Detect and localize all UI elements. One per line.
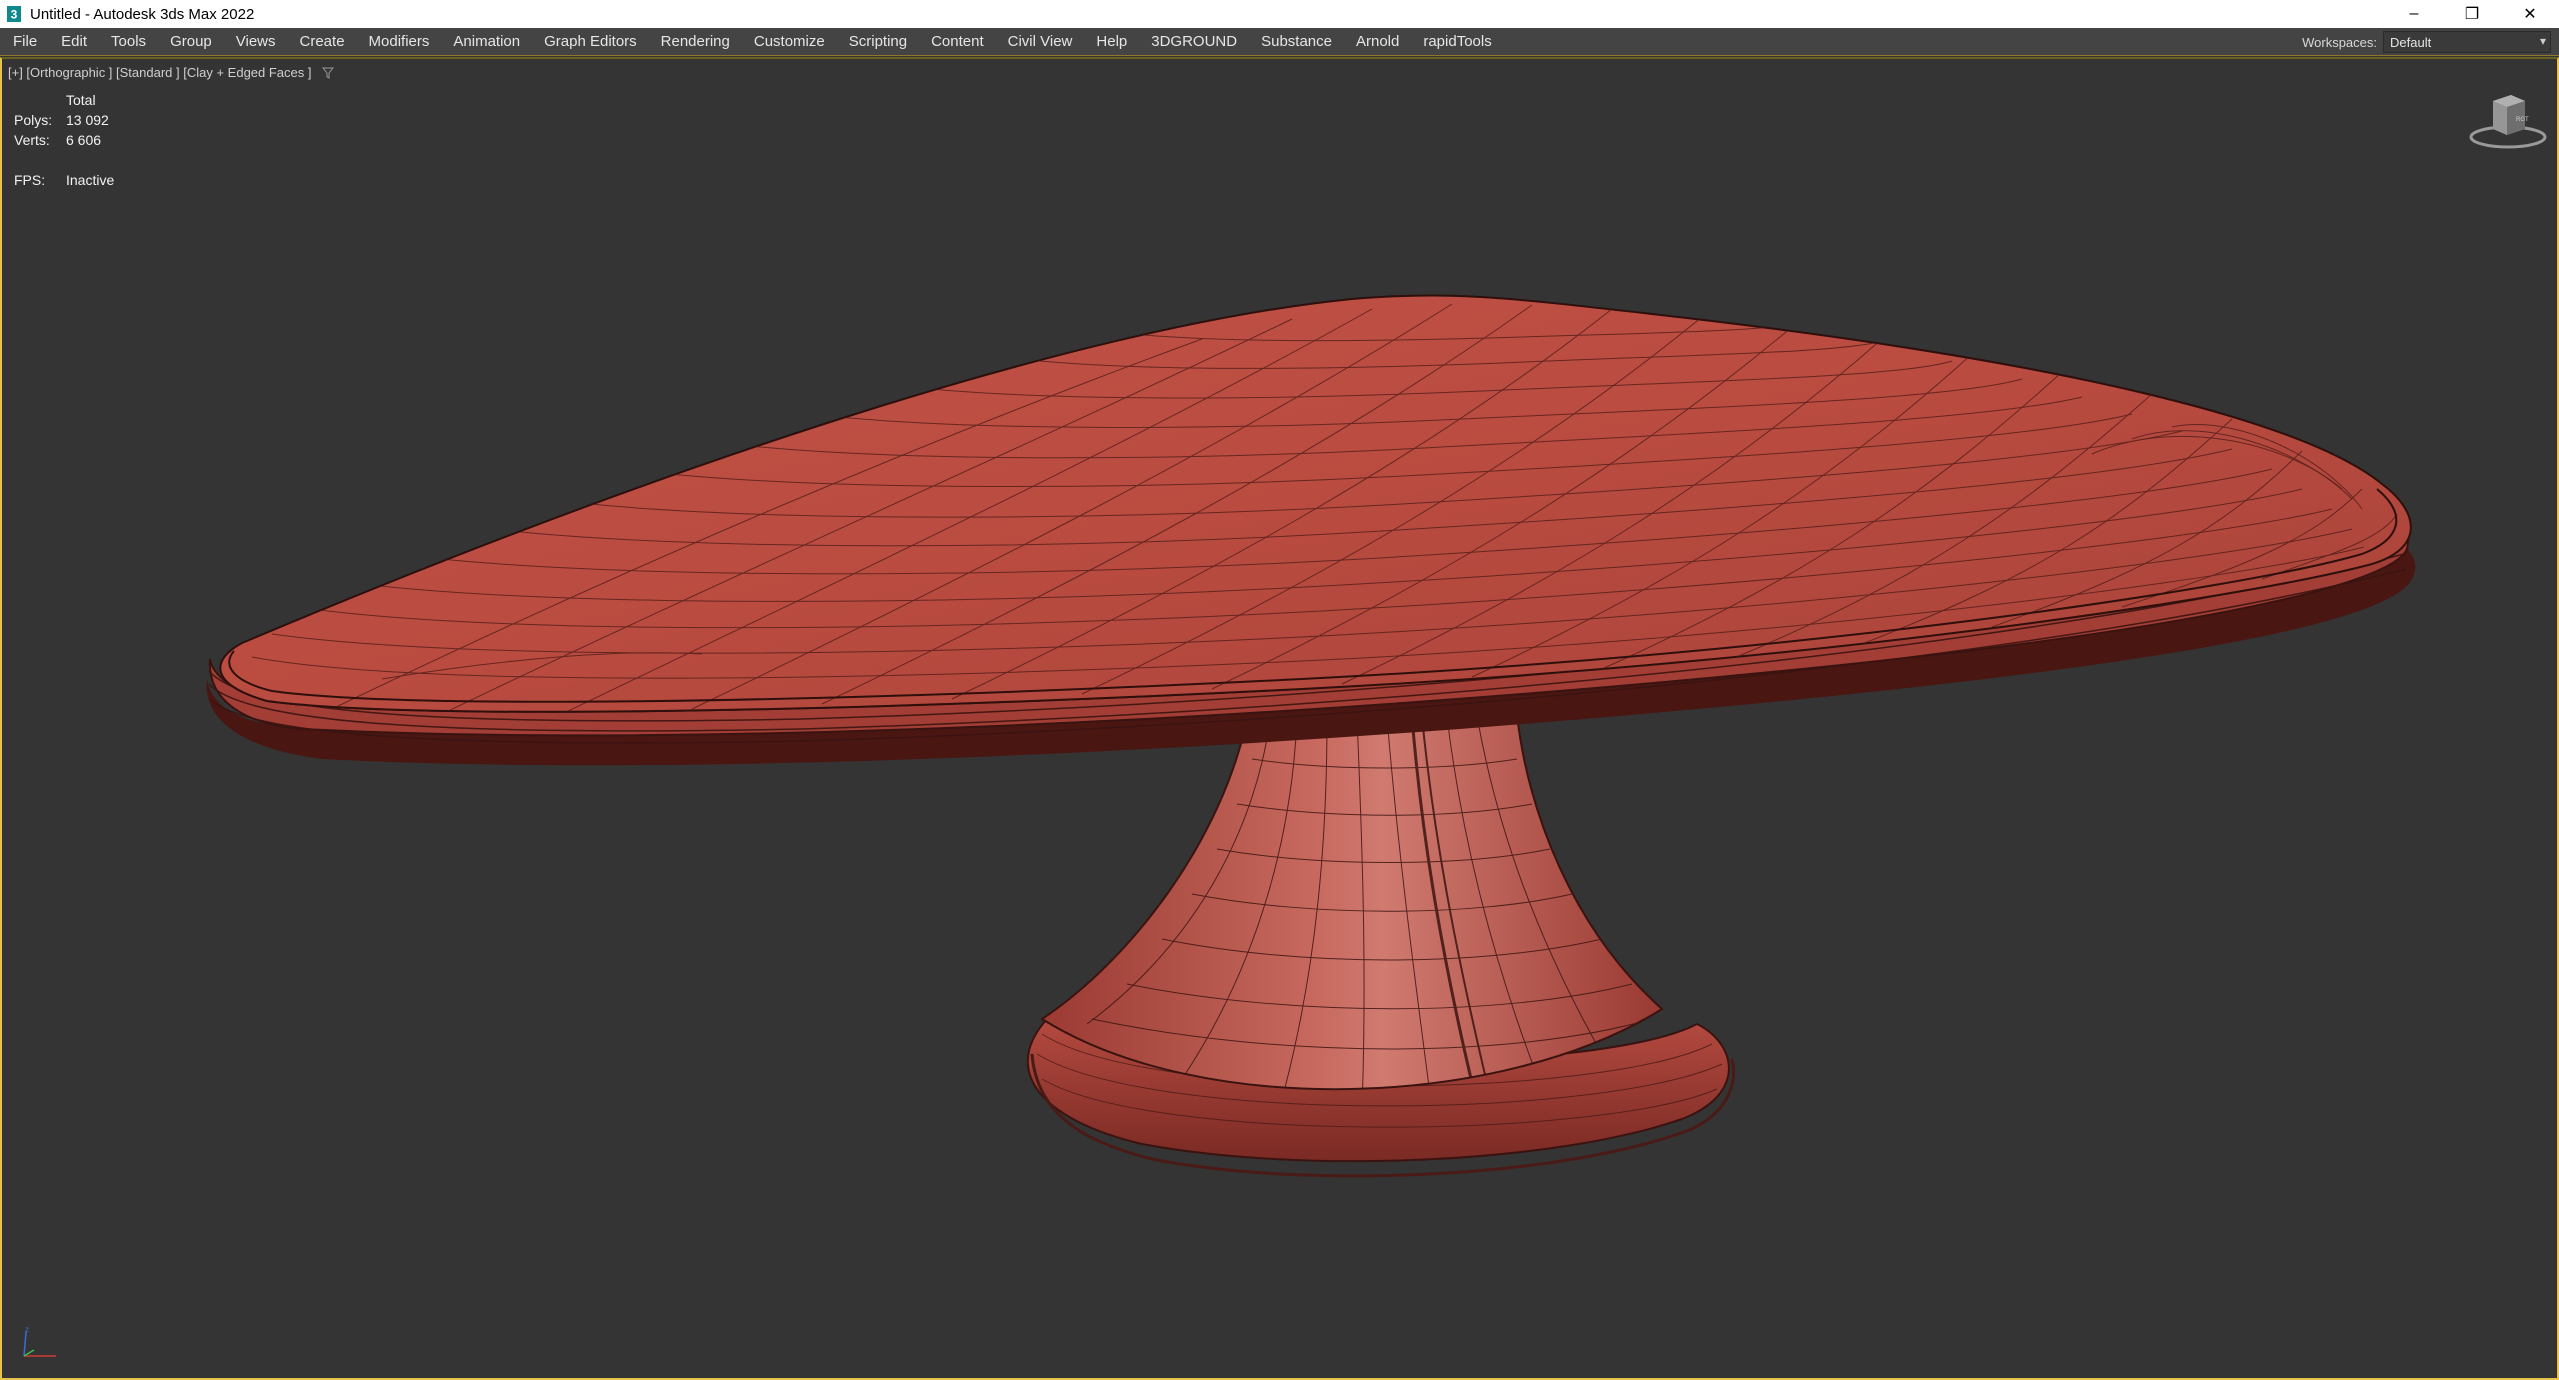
statistics-overlay: Total Polys: 13 092 Verts: 6 606 FPS: In… xyxy=(14,90,114,190)
menu-create[interactable]: Create xyxy=(288,28,357,56)
verts-value: 6 606 xyxy=(66,132,102,148)
perspective-viewport[interactable]: [+] [Orthographic ] [Standard ] [Clay + … xyxy=(0,57,2559,1380)
svg-text:z: z xyxy=(25,1325,29,1334)
menu-rapidtools[interactable]: rapidTools xyxy=(1411,28,1503,56)
window-title: Untitled - Autodesk 3ds Max 2022 xyxy=(30,5,255,23)
title-bar: 3 Untitled - Autodesk 3ds Max 2022 – ❐ ✕ xyxy=(0,0,2559,28)
menu-arnold[interactable]: Arnold xyxy=(1344,28,1411,56)
svg-text:RGT: RGT xyxy=(2516,117,2529,123)
menu-scripting[interactable]: Scripting xyxy=(837,28,919,56)
axis-tripod-icon: z xyxy=(23,1325,56,1357)
menu-file[interactable]: File xyxy=(0,28,49,56)
menu-substance[interactable]: Substance xyxy=(1249,28,1344,56)
workspaces-label: Workspaces: xyxy=(2302,34,2377,50)
menu-customize[interactable]: Customize xyxy=(742,28,837,56)
menu-graph-editors[interactable]: Graph Editors xyxy=(532,28,649,56)
restore-button[interactable]: ❐ xyxy=(2443,0,2501,28)
menu-bar: File Edit Tools Group Views Create Modif… xyxy=(0,28,2559,56)
menu-tools[interactable]: Tools xyxy=(99,28,158,56)
minimize-button[interactable]: – xyxy=(2385,0,2443,28)
menu-views[interactable]: Views xyxy=(224,28,288,56)
polys-value: 13 092 xyxy=(66,112,109,128)
menu-rendering[interactable]: Rendering xyxy=(649,28,742,56)
menu-help[interactable]: Help xyxy=(1084,28,1139,56)
workspaces-control: Workspaces: Default ▾ xyxy=(2302,28,2559,56)
menu-animation[interactable]: Animation xyxy=(441,28,532,56)
menu-content[interactable]: Content xyxy=(919,28,996,56)
viewport-label-menu[interactable]: [+] [Orthographic ] [Standard ] [Clay + … xyxy=(8,65,334,80)
viewcube-icon[interactable]: RGT xyxy=(2467,87,2549,155)
chevron-down-icon: ▾ xyxy=(2539,34,2546,48)
close-button[interactable]: ✕ xyxy=(2501,0,2559,28)
menu-edit[interactable]: Edit xyxy=(49,28,99,56)
verts-label: Verts: xyxy=(14,132,50,148)
fps-label: FPS: xyxy=(14,172,46,188)
table-model[interactable] xyxy=(2,59,2557,1378)
menu-group[interactable]: Group xyxy=(158,28,224,56)
filter-icon[interactable] xyxy=(321,67,334,79)
menu-modifiers[interactable]: Modifiers xyxy=(357,28,442,56)
fps-value: Inactive xyxy=(66,172,115,188)
polys-label: Polys: xyxy=(14,112,53,128)
workspace-dropdown[interactable]: Default ▾ xyxy=(2383,31,2551,53)
3dsmax-app-icon[interactable]: 3 xyxy=(5,5,23,23)
workspace-value: Default xyxy=(2390,34,2432,50)
menu-3dground[interactable]: 3DGROUND xyxy=(1139,28,1249,56)
viewport-label-text[interactable]: [+] [Orthographic ] [Standard ] [Clay + … xyxy=(8,65,312,80)
svg-text:3: 3 xyxy=(11,8,18,22)
stats-header: Total xyxy=(66,92,96,108)
menu-civil-view[interactable]: Civil View xyxy=(996,28,1085,56)
